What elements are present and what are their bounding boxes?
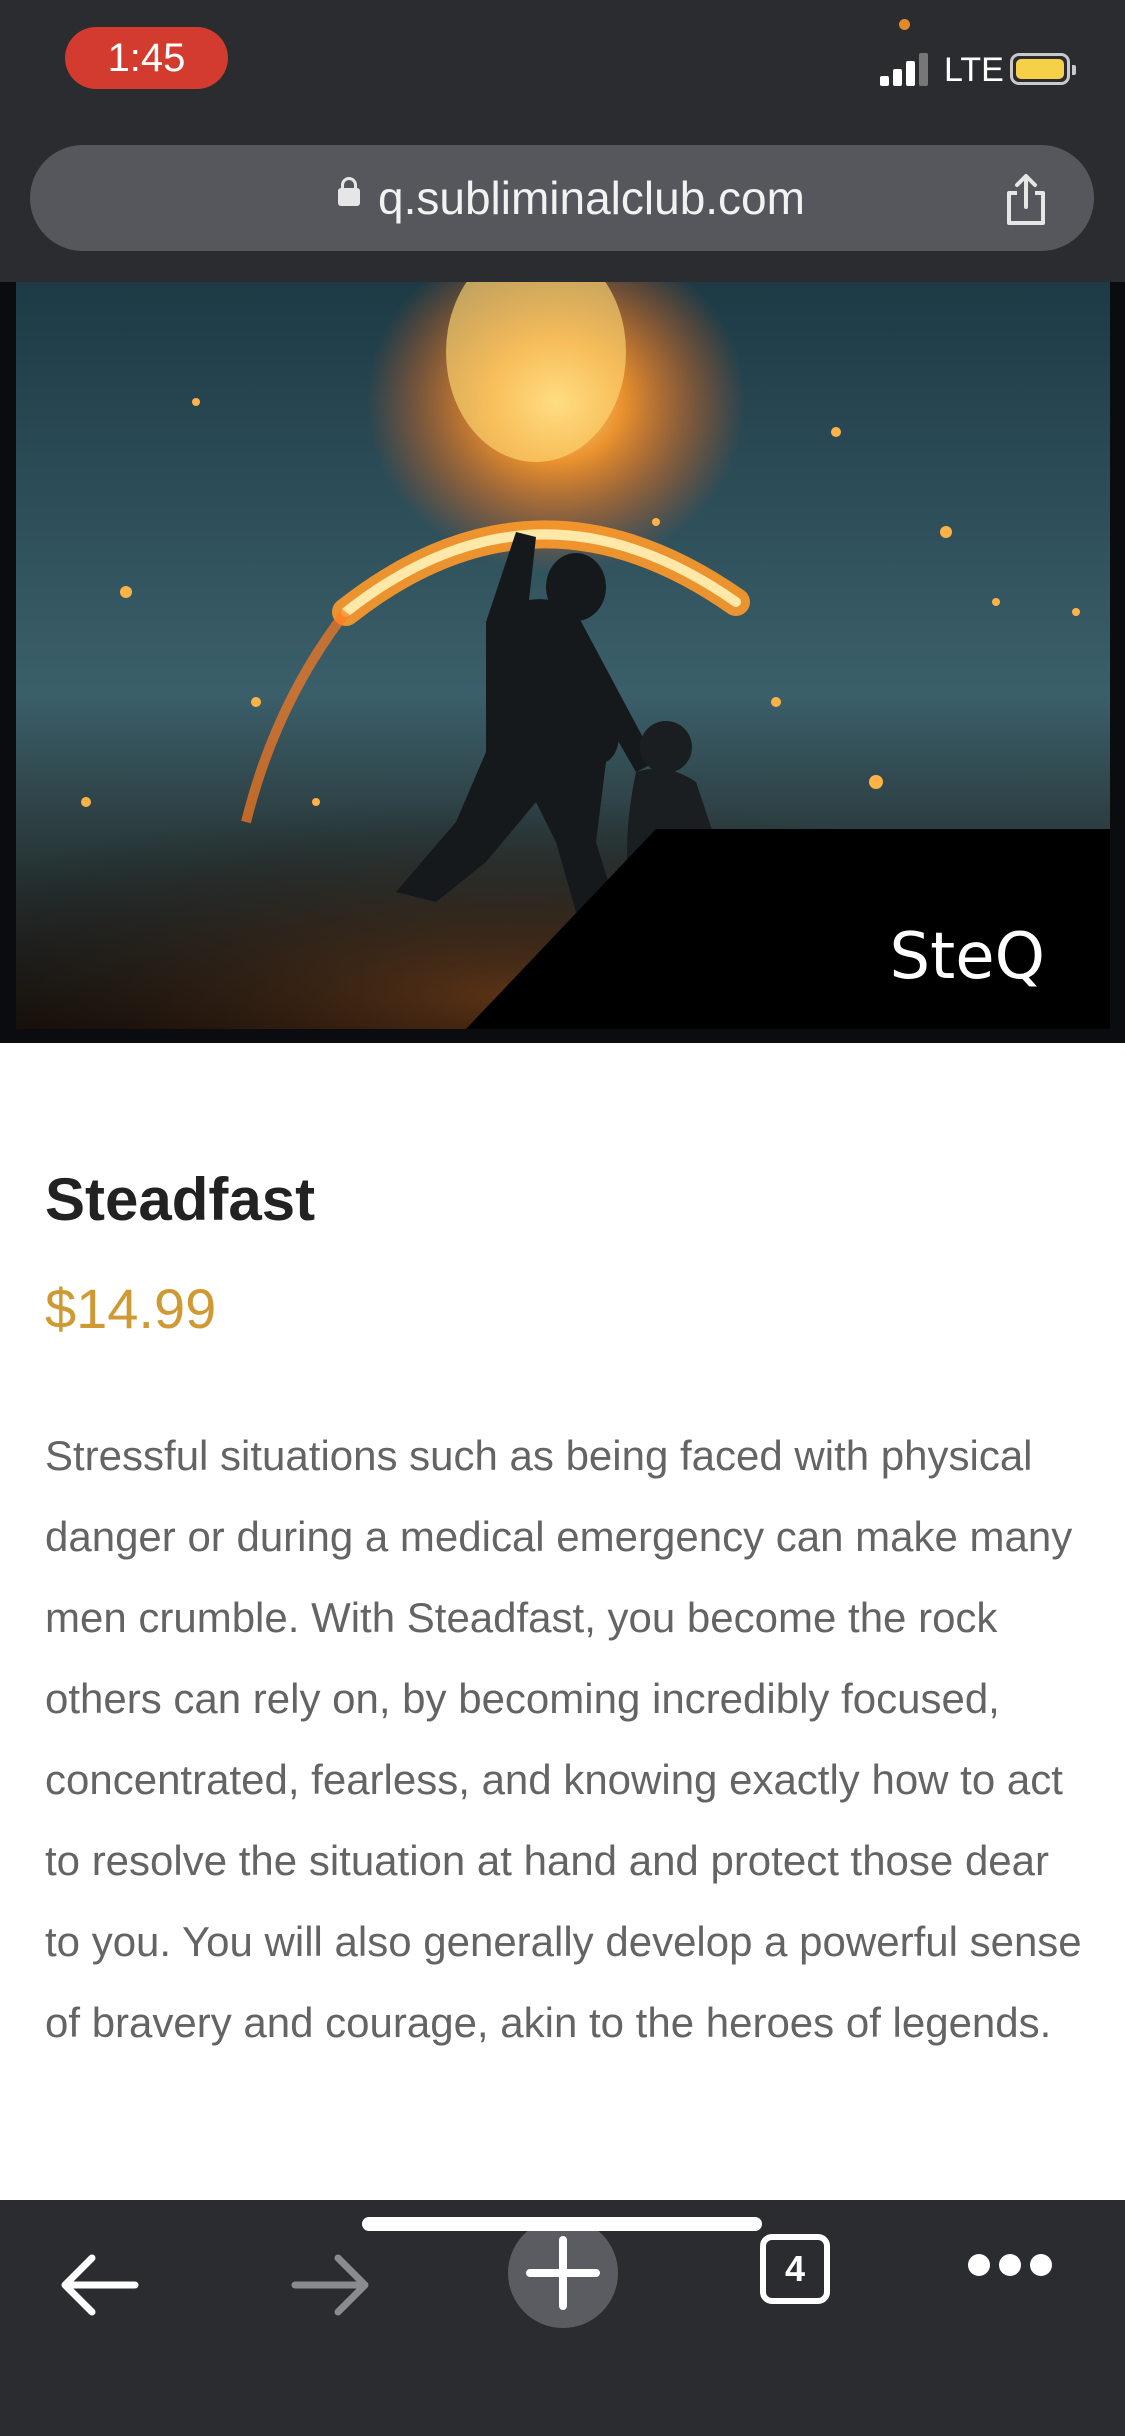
product-hero-image: SteQ — [0, 282, 1125, 1043]
browser-toolbar: 4 — [0, 2200, 1125, 2436]
battery-icon — [1010, 53, 1076, 85]
new-tab-button[interactable] — [508, 2218, 618, 2328]
share-icon[interactable] — [999, 173, 1053, 227]
tabs-icon[interactable]: 4 — [760, 2234, 830, 2304]
status-time[interactable]: 1:45 — [65, 27, 228, 89]
mic-indicator-dot — [899, 19, 910, 30]
plus-icon — [526, 2236, 600, 2310]
more-icon[interactable] — [960, 2250, 1060, 2280]
network-type: LTE — [944, 51, 1004, 89]
url-text[interactable]: q.subliminalclub.com — [378, 173, 805, 223]
forward-arrow-icon[interactable] — [280, 2230, 380, 2340]
status-bar: 1:45 LTE — [0, 0, 1125, 140]
home-indicator — [362, 2217, 762, 2231]
back-arrow-icon[interactable] — [50, 2230, 150, 2340]
address-bar[interactable]: q.subliminalclub.com — [30, 145, 1094, 251]
hero-badge-text: SteQ — [889, 920, 1045, 994]
lock-icon — [338, 177, 360, 206]
signal-strength-icon — [880, 52, 932, 86]
product-description: Stressful situations such as being faced… — [45, 1432, 1082, 2046]
product-price: $14.99 — [45, 1277, 217, 1340]
browser-header: q.subliminalclub.com — [0, 140, 1125, 282]
hero-illustration — [16, 282, 1110, 1029]
product-title: Steadfast — [45, 1166, 316, 1233]
